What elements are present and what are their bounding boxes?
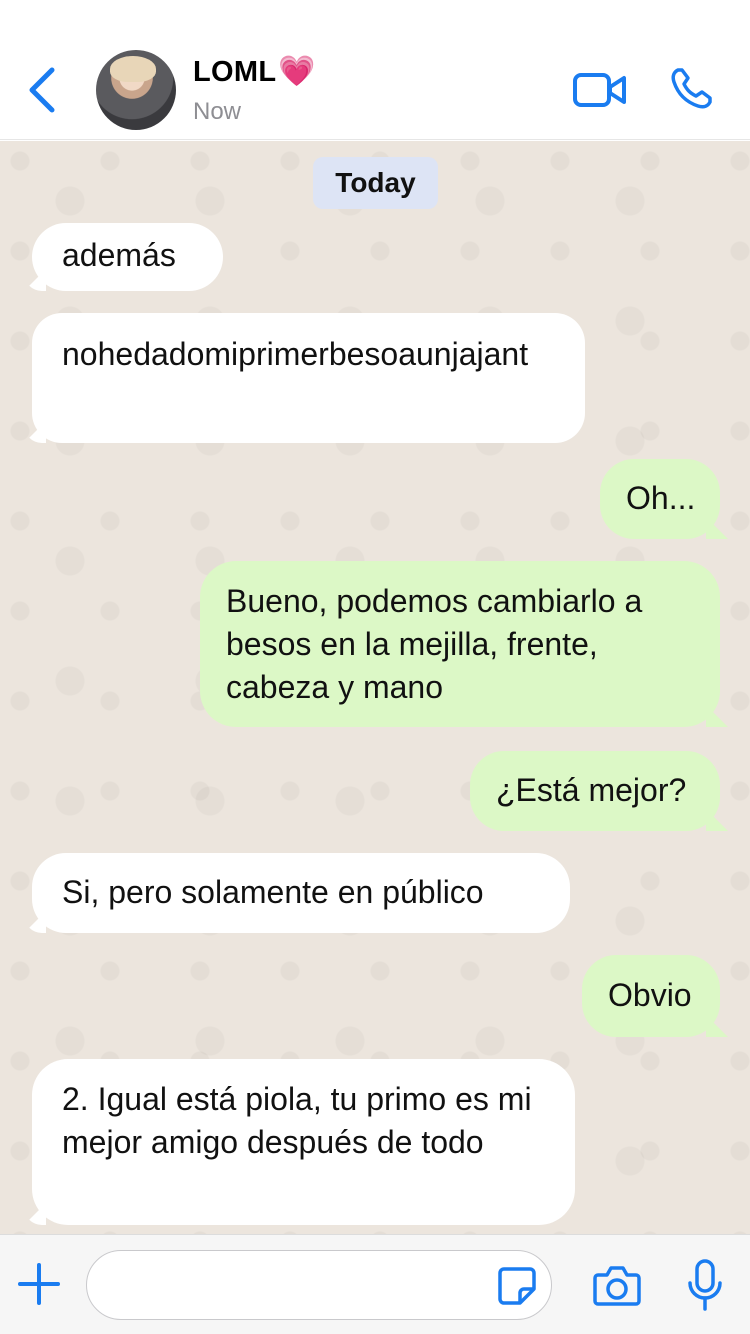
- message-bubble-incoming[interactable]: Si, pero solamente en público: [32, 853, 570, 933]
- message-input[interactable]: [86, 1250, 552, 1320]
- message-bubble-incoming[interactable]: además: [32, 223, 223, 291]
- back-chevron-icon[interactable]: [22, 62, 66, 118]
- message-bubble-outgoing[interactable]: Oh...: [600, 459, 720, 539]
- microphone-icon[interactable]: [684, 1257, 726, 1313]
- sticker-icon[interactable]: [496, 1265, 538, 1307]
- contact-status: Now: [193, 98, 242, 125]
- message-bubble-incoming[interactable]: 2. Igual está piola, tu primo es mi mejo…: [32, 1059, 575, 1225]
- chat-header: LOML💗 Now: [0, 0, 750, 140]
- contact-avatar[interactable]: [96, 50, 176, 130]
- video-camera-icon[interactable]: [572, 70, 628, 110]
- message-bubble-incoming[interactable]: nohedadomiprimerbesoaunjajant: [32, 313, 585, 443]
- message-bubble-outgoing[interactable]: Obvio: [582, 955, 720, 1037]
- message-input-bar: [0, 1234, 750, 1334]
- camera-icon[interactable]: [592, 1263, 642, 1307]
- message-bubble-outgoing[interactable]: ¿Está mejor?: [470, 751, 720, 831]
- phone-icon[interactable]: [668, 66, 714, 112]
- heart-emoji: 💗: [278, 55, 316, 88]
- message-bubble-outgoing[interactable]: Bueno, podemos cambiarlo a besos en la m…: [200, 561, 720, 727]
- plus-icon[interactable]: [16, 1261, 62, 1307]
- contact-name-text: LOML: [193, 56, 277, 88]
- chat-area[interactable]: Today además nohedadomiprimerbesoaunjaja…: [0, 141, 750, 1234]
- date-separator: Today: [313, 157, 438, 209]
- contact-name[interactable]: LOML💗: [193, 54, 316, 89]
